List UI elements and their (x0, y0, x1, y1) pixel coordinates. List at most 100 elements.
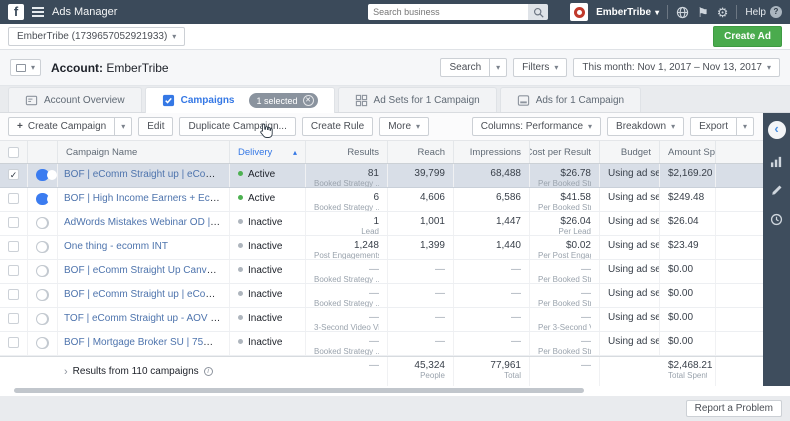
row-checkbox[interactable] (8, 313, 19, 324)
header-results[interactable]: Results (306, 141, 388, 163)
header-campaign-name[interactable]: Campaign Name (58, 141, 230, 163)
campaign-toggle[interactable] (36, 289, 49, 301)
delivery-header-label: Delivery (238, 146, 273, 158)
row-checkbox[interactable] (8, 337, 19, 348)
table-row[interactable]: BOF | High Income Earners + Ecomm INT | … (0, 188, 763, 212)
row-checkbox[interactable] (8, 217, 19, 228)
select-all-checkbox[interactable] (8, 146, 19, 158)
table-row[interactable]: BOF | eComm Straight up | eComm LAL 1% In… (0, 284, 763, 308)
columns-button[interactable]: Columns: Performance ▾ (471, 117, 602, 136)
tab-campaigns[interactable]: Campaigns 1 selected ✕ (144, 87, 335, 113)
performance-chart-icon[interactable] (770, 155, 783, 168)
row-checkbox[interactable] (8, 193, 19, 204)
export-button[interactable]: Export (690, 117, 737, 136)
history-clock-icon[interactable] (770, 213, 783, 226)
header-delivery[interactable]: Delivery ▴ (230, 141, 306, 163)
date-range-button[interactable]: This month: Nov 1, 2017 – Nov 13, 2017 ▾ (573, 58, 780, 77)
clear-selection-icon[interactable]: ✕ (302, 95, 314, 106)
edit-button[interactable]: Edit (138, 117, 174, 136)
globe-icon[interactable] (676, 6, 689, 19)
ad-account-selector[interactable]: EmberTribe (1739657052921933) ▾ (8, 27, 186, 46)
amount-spent-cell: $0.00 (660, 308, 716, 331)
status-dot-icon (238, 267, 243, 272)
help-menu[interactable]: Help ? (745, 6, 782, 18)
create-campaign-button[interactable]: + Create Campaign (8, 117, 116, 136)
business-menu[interactable]: EmberTribe ▾ (596, 7, 659, 18)
amount-spent-value: $26.04 (668, 216, 699, 227)
account-select-bar: EmberTribe (1739657052921933) ▾ Create A… (0, 24, 790, 50)
campaign-name-link[interactable]: BOF | eComm Straight Up Canvas | 1% LAL (64, 265, 229, 276)
campaign-name-link[interactable]: AdWords Mistakes Webinar OD | INT + FB A… (64, 217, 229, 228)
duplicate-campaign-button[interactable]: Duplicate Campaign... (179, 117, 296, 136)
business-avatar[interactable] (570, 3, 589, 21)
header-cost-per-result[interactable]: Cost per Result (530, 141, 600, 163)
info-icon[interactable]: i (203, 367, 213, 376)
cost-value: $26.78 (560, 168, 591, 179)
search-button[interactable]: Search (440, 58, 491, 77)
cost-per-result-cell: —Per 3-Second Vide... (530, 308, 600, 331)
row-checkbox[interactable]: ✓ (8, 169, 19, 180)
help-label: Help (745, 6, 766, 18)
header-reach[interactable]: Reach (388, 141, 454, 163)
tab-ads[interactable]: Ads for 1 Campaign (499, 87, 642, 112)
edit-pencil-icon[interactable] (770, 184, 783, 197)
delivery-status: Inactive (248, 289, 283, 300)
report-a-problem-button[interactable]: Report a Problem (685, 400, 782, 417)
cost-per-result-cell: —Per Booked Strate... (530, 332, 600, 355)
create-rule-button[interactable]: Create Rule (301, 117, 374, 136)
tab-ad-sets[interactable]: Ad Sets for 1 Campaign (337, 87, 497, 112)
table-row[interactable]: AdWords Mistakes Webinar OD | INT + FB A… (0, 212, 763, 236)
account-header-bar: ▾ Account: EmberTribe Search ▾ Filters ▾… (0, 50, 790, 86)
campaign-toggle[interactable] (36, 169, 57, 181)
campaign-name-link[interactable]: TOF | eComm Straight up - AOV vid | eCom… (64, 313, 229, 324)
hamburger-menu-icon[interactable] (32, 7, 44, 17)
search-caret-icon[interactable]: ▾ (490, 58, 508, 77)
campaign-toggle[interactable] (36, 193, 57, 205)
campaign-toggle[interactable] (36, 313, 49, 325)
empty-cell (716, 236, 763, 259)
row-checkbox[interactable] (8, 289, 19, 300)
create-ad-button[interactable]: Create Ad (713, 26, 782, 47)
campaign-name-link[interactable]: BOF | eComm Straight up | eComm LAL 1% (64, 289, 229, 300)
results-summary[interactable]: › Results from 110 campaigns i (58, 357, 306, 386)
footer-reach: 45,324 People (388, 357, 454, 386)
results-subtext: Booked Strategy ... (314, 203, 379, 211)
amount-spent-value: $2,169.20 (668, 168, 713, 179)
collapse-panel-button[interactable]: ‹ (767, 121, 786, 139)
scrollbar-thumb[interactable] (14, 388, 584, 393)
budget-value: Using ad set bu... (608, 192, 659, 203)
campaign-toggle[interactable] (36, 217, 49, 229)
header-amount-spent[interactable]: Amount Spent (660, 141, 716, 163)
tab-label: Ad Sets for 1 Campaign (373, 94, 480, 106)
campaign-name-link[interactable]: BOF | Mortgage Broker SU | 75% Vid Watch… (64, 337, 229, 348)
table-row[interactable]: One thing - ecomm INT Inactive 1,248 Post E… (0, 236, 763, 260)
campaign-toggle[interactable] (36, 241, 49, 253)
view-switcher-button[interactable]: ▾ (10, 59, 42, 76)
export-caret-icon[interactable]: ▾ (736, 117, 754, 136)
header-impressions[interactable]: Impressions (454, 141, 530, 163)
table-row[interactable]: TOF | eComm Straight up - AOV vid | eCom… (0, 308, 763, 332)
row-checkbox[interactable] (8, 241, 19, 252)
campaign-name-link[interactable]: One thing - ecomm INT (64, 241, 168, 252)
row-checkbox[interactable] (8, 265, 19, 276)
search-input[interactable] (368, 4, 529, 20)
campaign-name-link[interactable]: BOF | eComm Straight up | eComm INT & Ad… (64, 169, 229, 180)
header-budget[interactable]: Budget (600, 141, 660, 163)
table-row[interactable]: BOF | eComm Straight Up Canvas | 1% LAL I… (0, 260, 763, 284)
more-button[interactable]: More ▾ (379, 117, 430, 136)
campaign-name-link[interactable]: BOF | High Income Earners + Ecomm INT | … (64, 193, 229, 204)
table-row[interactable]: ✓ BOF | eComm Straight up | eComm INT & A… (0, 164, 763, 188)
settings-gear-icon[interactable]: ⚙ (717, 6, 729, 19)
breakdown-button[interactable]: Breakdown ▾ (607, 117, 685, 136)
export-split: Export ▾ (690, 117, 754, 136)
tab-account-overview[interactable]: Account Overview (8, 87, 142, 112)
facebook-logo-icon[interactable]: f (8, 4, 24, 20)
create-campaign-caret-icon[interactable]: ▾ (115, 117, 133, 136)
campaign-toggle[interactable] (36, 337, 49, 349)
filters-button[interactable]: Filters ▾ (513, 58, 568, 77)
budget-cell: Using ad set bu... (600, 236, 660, 259)
notifications-flag-icon[interactable]: ⚑ (697, 6, 709, 19)
campaign-toggle[interactable] (36, 265, 49, 277)
search-icon[interactable] (528, 4, 549, 20)
table-row[interactable]: BOF | Mortgage Broker SU | 75% Vid Watch… (0, 332, 763, 356)
